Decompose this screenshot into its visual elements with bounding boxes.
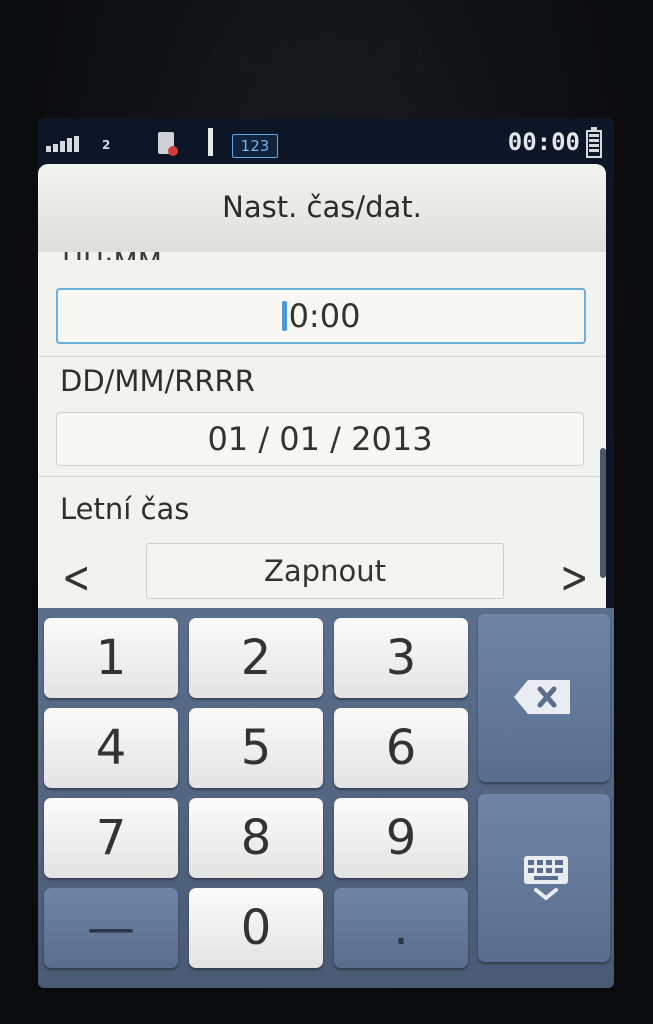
date-input[interactable]: 01 / 01 / 2013 (56, 412, 584, 466)
numeric-keypad: 1 2 3 4 5 6 7 8 9 — 0 . (38, 608, 614, 988)
next-option-arrow[interactable]: > (560, 552, 589, 604)
battery-icon (586, 127, 602, 158)
signal-icon (46, 136, 86, 152)
title-bar: Nast. čas/dat. (38, 164, 606, 252)
key-5[interactable]: 5 (189, 708, 323, 788)
key-0[interactable]: 0 (189, 888, 323, 968)
date-value: 01 / 01 / 2013 (207, 420, 433, 458)
divider (38, 476, 606, 477)
key-4[interactable]: 4 (44, 708, 178, 788)
brand-logo: ALCATEL (205, 42, 448, 77)
sim-card-icon (158, 132, 178, 156)
sim-slot-indicator: 2 (102, 138, 111, 152)
scrollbar[interactable] (600, 448, 606, 578)
prev-option-arrow[interactable]: < (62, 552, 91, 604)
key-2[interactable]: 2 (189, 618, 323, 698)
hide-keyboard-button[interactable] (478, 794, 610, 962)
time-format-label: HH:MM (62, 246, 162, 260)
key-1[interactable]: 1 (44, 618, 178, 698)
input-mode-indicator: 123 (232, 134, 278, 158)
key-9[interactable]: 9 (334, 798, 468, 878)
time-value: 0:00 (288, 297, 361, 335)
backspace-icon (514, 680, 570, 714)
backspace-button[interactable] (478, 614, 610, 782)
status-bar: 2 123 00:00 (38, 118, 614, 162)
dst-selector[interactable]: Zapnout (146, 543, 504, 599)
key-6[interactable]: 6 (334, 708, 468, 788)
key-3[interactable]: 3 (334, 618, 468, 698)
dst-label: Letní čas (60, 492, 190, 526)
key-7[interactable]: 7 (44, 798, 178, 878)
key-dot[interactable]: . (334, 888, 468, 968)
page-title: Nast. čas/dat. (222, 190, 422, 224)
cursor-mode-icon (208, 128, 213, 156)
keyboard-hide-icon (524, 856, 568, 901)
status-time: 00:00 (507, 128, 580, 156)
key-8[interactable]: 8 (189, 798, 323, 878)
dst-value: Zapnout (264, 554, 386, 588)
text-caret (281, 301, 287, 331)
phone-screen: 2 123 00:00 Nast. čas/dat. HH:MM 0:00 DD… (38, 118, 614, 988)
time-input[interactable]: 0:00 (56, 288, 586, 344)
divider (38, 356, 606, 357)
key-dash[interactable]: — (44, 888, 178, 968)
date-format-label: DD/MM/RRRR (60, 364, 255, 398)
